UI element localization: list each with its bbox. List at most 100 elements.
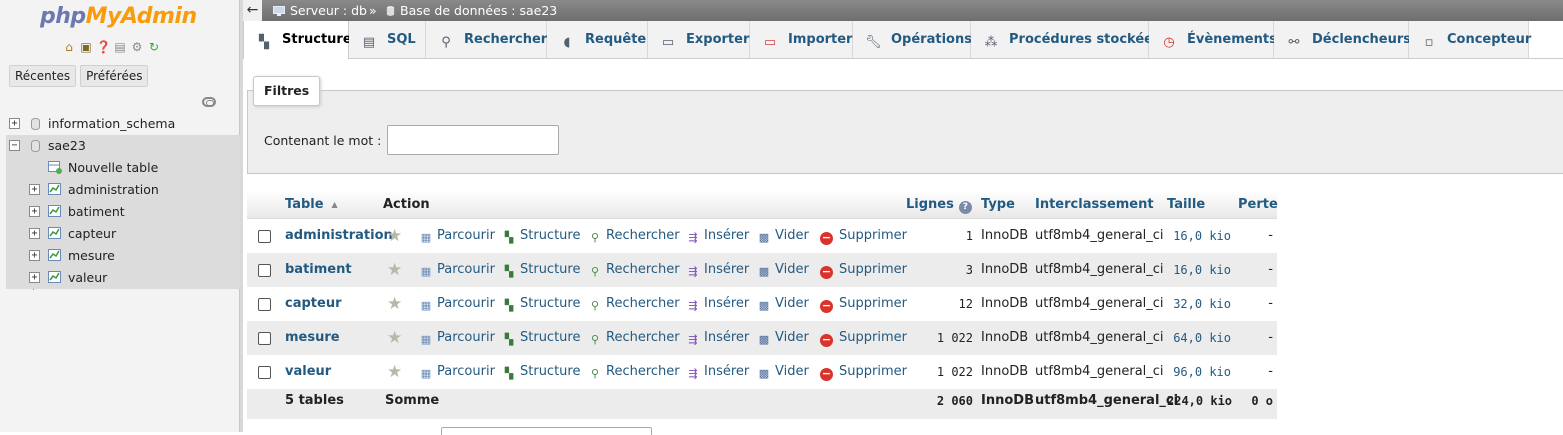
expand-icon[interactable]: + xyxy=(29,206,40,217)
expand-icon[interactable]: + xyxy=(29,228,40,239)
sort-by-size-header[interactable]: Taille xyxy=(1167,191,1205,218)
row-select-checkbox[interactable] xyxy=(258,332,271,345)
docs-icon[interactable]: ▤ xyxy=(113,40,127,54)
home-icon[interactable]: ⌂ xyxy=(62,40,76,54)
settings-icon[interactable]: ⚙ xyxy=(130,40,144,54)
tree-item-sae23[interactable]: − sae23 xyxy=(6,135,240,157)
sort-by-type-header[interactable]: Type xyxy=(981,191,1015,218)
structure-action[interactable]: ▚ Structure xyxy=(502,287,581,321)
drop-action[interactable]: − Supprimer xyxy=(820,253,907,287)
expand-icon[interactable]: + xyxy=(29,272,40,283)
browse-action[interactable]: ▦ Parcourir xyxy=(419,355,495,389)
tab-import[interactable]: ▭ Importer xyxy=(750,21,853,58)
drop-action[interactable]: − Supprimer xyxy=(820,287,907,321)
insert-action[interactable]: ⇶ Insérer xyxy=(686,287,749,321)
sort-by-overhead-header[interactable]: Perte xyxy=(1238,191,1278,218)
size-value[interactable]: 16,0 kio xyxy=(1167,253,1231,287)
tree-item-valeur[interactable]: + valeur xyxy=(6,267,240,289)
search-action[interactable]: ⚲ Rechercher xyxy=(588,355,680,389)
exit-icon[interactable]: ▣ xyxy=(79,40,93,54)
browse-action[interactable]: ▦ Parcourir xyxy=(419,321,495,355)
insert-action[interactable]: ⇶ Insérer xyxy=(686,355,749,389)
size-value[interactable]: 32,0 kio xyxy=(1167,287,1231,321)
sort-by-rows-header[interactable]: Lignes? xyxy=(906,191,972,218)
structure-action[interactable]: ▚ Structure xyxy=(502,355,581,389)
drop-action[interactable]: − Supprimer xyxy=(820,219,907,253)
expand-icon[interactable]: + xyxy=(9,118,20,129)
expand-icon[interactable]: + xyxy=(29,250,40,261)
table-name-link[interactable]: mesure xyxy=(285,321,340,355)
empty-action[interactable]: ▩ Vider xyxy=(757,355,809,389)
tab-sql[interactable]: ▤ SQL xyxy=(349,21,426,58)
favorite-star-icon[interactable]: ★ xyxy=(387,287,402,321)
table-name-link[interactable]: batiment xyxy=(285,253,352,287)
tree-item-administration[interactable]: + administration xyxy=(6,179,240,201)
favorite-tables-button[interactable]: Préférées xyxy=(80,65,149,87)
structure-action[interactable]: ▚ Structure xyxy=(502,219,581,253)
insert-action[interactable]: ⇶ Insérer xyxy=(686,321,749,355)
help-icon[interactable]: ? xyxy=(958,201,972,214)
browse-action[interactable]: ▦ Parcourir xyxy=(419,253,495,287)
drop-action[interactable]: − Supprimer xyxy=(820,321,907,355)
search-action[interactable]: ⚲ Rechercher xyxy=(588,287,680,321)
empty-action[interactable]: ▩ Vider xyxy=(757,253,809,287)
favorite-star-icon[interactable]: ★ xyxy=(387,355,402,389)
tab-routines[interactable]: ⁂ Procédures stockées xyxy=(971,21,1161,58)
tree-item-mesure[interactable]: + mesure xyxy=(6,245,240,267)
empty-action[interactable]: ▩ Vider xyxy=(757,219,809,253)
breadcrumb-database[interactable]: Base de données : sae23 xyxy=(386,0,557,21)
tree-item-information-schema[interactable]: + information_schema xyxy=(6,113,240,135)
size-value[interactable]: 16,0 kio xyxy=(1167,219,1231,253)
tab-events[interactable]: ◷ Évènements xyxy=(1149,21,1277,58)
table-name-link[interactable]: administration xyxy=(285,219,393,253)
with-selected-dropdown[interactable] xyxy=(441,427,652,435)
table-name-link[interactable]: capteur xyxy=(285,287,341,321)
help-icon[interactable]: ❓ xyxy=(96,40,111,54)
row-count: 1 022 xyxy=(936,365,973,379)
expand-icon[interactable]: + xyxy=(29,184,40,195)
search-action[interactable]: ⚲ Rechercher xyxy=(588,219,680,253)
tab-triggers[interactable]: ⚯ Déclencheurs xyxy=(1274,21,1411,58)
row-select-checkbox[interactable] xyxy=(258,298,271,311)
tree-item-new-table[interactable]: Nouvelle table xyxy=(6,157,240,179)
search-action[interactable]: ⚲ Rechercher xyxy=(588,321,680,355)
reload-icon[interactable]: ↻ xyxy=(147,40,161,54)
favorite-star-icon[interactable]: ★ xyxy=(387,321,402,355)
row-select-checkbox[interactable] xyxy=(258,264,271,277)
tab-search[interactable]: ⚲ Rechercher xyxy=(426,21,547,58)
tab-export[interactable]: ▭ Exporter xyxy=(648,21,750,58)
insert-action[interactable]: ⇶ Insérer xyxy=(686,219,749,253)
row-select-checkbox[interactable] xyxy=(258,366,271,379)
empty-action[interactable]: ▩ Vider xyxy=(757,321,809,355)
row-select-checkbox[interactable] xyxy=(258,230,271,243)
tab-structure[interactable]: ▚ Structure xyxy=(243,21,352,59)
tree-item-capteur[interactable]: + capteur xyxy=(6,223,240,245)
browse-action[interactable]: ▦ Parcourir xyxy=(419,287,495,321)
table-name-link[interactable]: valeur xyxy=(285,355,331,389)
empty-action[interactable]: ▩ Vider xyxy=(757,287,809,321)
phpmyadmin-logo[interactable]: phpMyAdmin xyxy=(40,4,197,29)
browse-action[interactable]: ▦ Parcourir xyxy=(419,219,495,253)
recent-tables-button[interactable]: Récentes xyxy=(9,65,77,87)
tree-item-batiment[interactable]: + batiment xyxy=(6,201,240,223)
favorite-star-icon[interactable]: ★ xyxy=(387,253,402,287)
breadcrumb-server[interactable]: Serveur : db xyxy=(273,0,367,21)
size-value[interactable]: 96,0 kio xyxy=(1167,355,1231,389)
filter-contains-input[interactable] xyxy=(387,125,559,155)
drop-action[interactable]: − Supprimer xyxy=(820,355,907,389)
sort-by-table-header[interactable]: Table ▲ xyxy=(285,191,338,218)
insert-action[interactable]: ⇶ Insérer xyxy=(686,253,749,287)
tab-designer[interactable]: ▫ Concepteur xyxy=(1409,21,1531,58)
tab-query[interactable]: ◖ Requête xyxy=(547,21,648,58)
favorite-star-icon[interactable]: ★ xyxy=(387,219,402,253)
size-value[interactable]: 64,0 kio xyxy=(1167,321,1231,355)
structure-action[interactable]: ▚ Structure xyxy=(502,253,581,287)
panel-resizer[interactable] xyxy=(240,0,243,432)
link-with-main-panel-icon[interactable] xyxy=(202,97,216,107)
collapse-nav-arrow-icon[interactable]: ← xyxy=(243,0,262,21)
search-action[interactable]: ⚲ Rechercher xyxy=(588,253,680,287)
sort-by-collation-header[interactable]: Interclassement xyxy=(1035,191,1154,218)
structure-action[interactable]: ▚ Structure xyxy=(502,321,581,355)
collapse-icon[interactable]: − xyxy=(9,140,20,151)
tab-operations[interactable]: 🔧︎ Opérations xyxy=(853,21,972,58)
